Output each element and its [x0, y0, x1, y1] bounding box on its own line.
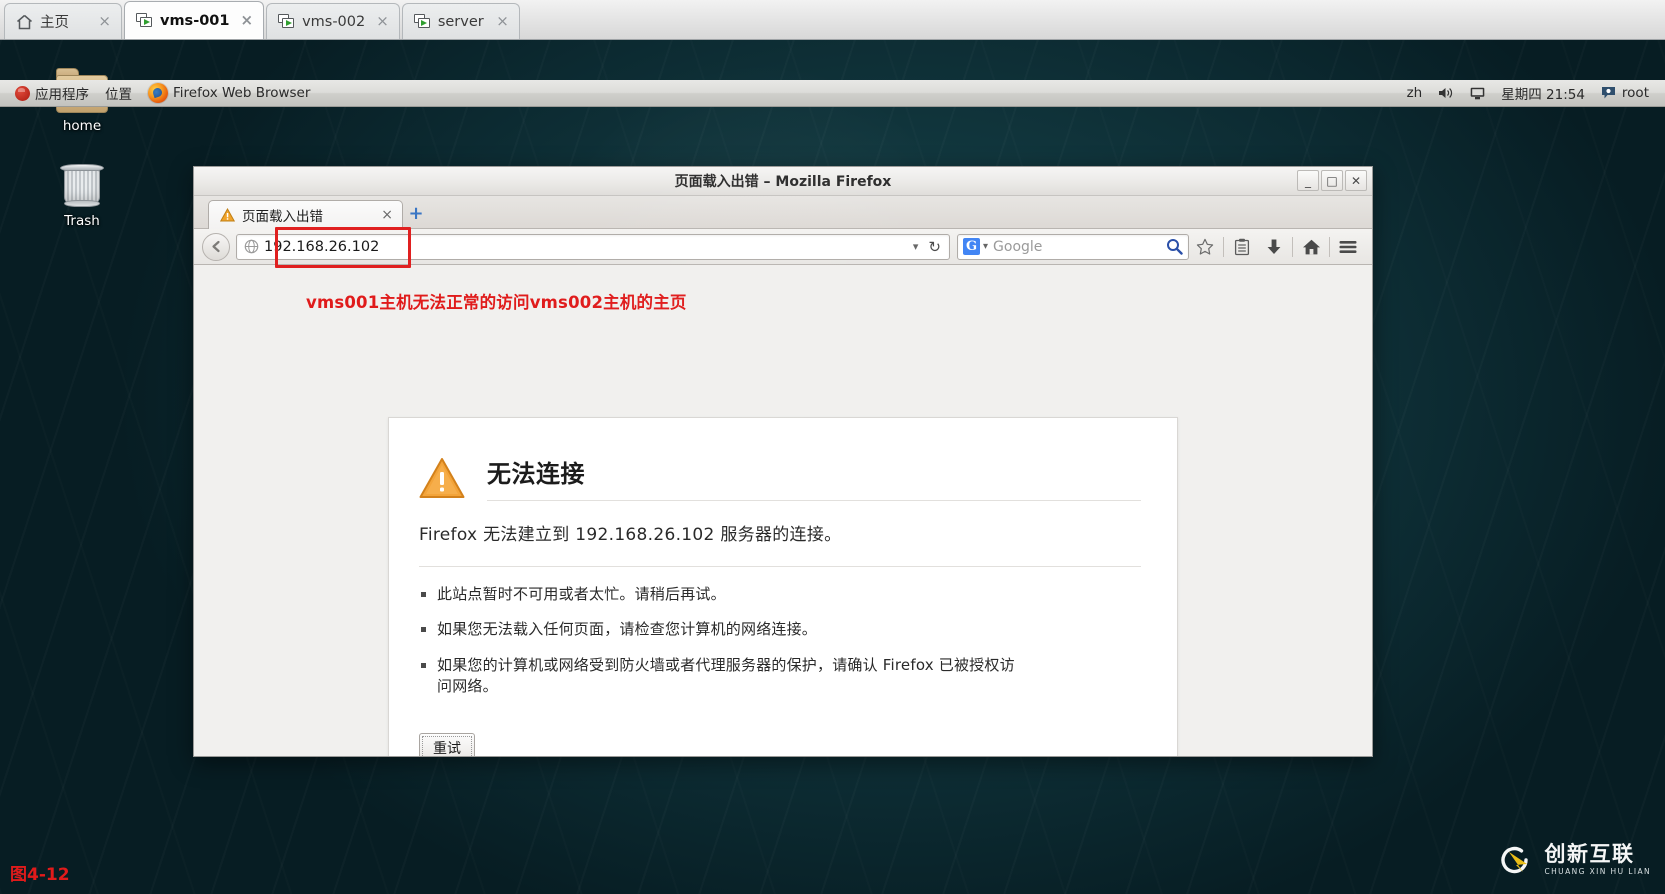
vm-console-tabstrip: 主页 × vms-001 × vms-002 × server × — [0, 0, 1665, 40]
places-menu[interactable]: 位置 — [97, 82, 140, 105]
user-status-icon — [1601, 86, 1616, 100]
minimize-button[interactable]: _ — [1297, 170, 1319, 191]
error-header: 无法连接 — [419, 452, 1141, 501]
search-bar[interactable]: G ▾ Google — [957, 233, 1189, 260]
keyboard-indicator[interactable]: zh — [1399, 82, 1431, 105]
fedora-logo-icon — [15, 85, 30, 101]
brand-name-cn: 创新互联 — [1544, 842, 1635, 867]
vm-tab-label: vms-002 — [302, 13, 366, 30]
url-dropdown-icon[interactable]: ▾ — [907, 240, 925, 253]
firefox-window-title: 页面载入出错 – Mozilla Firefox — [674, 174, 892, 190]
list-item: 如果您的计算机或网络受到防火墙或者代理服务器的保护，请确认 Firefox 已被… — [419, 655, 1019, 698]
firefox-window: 页面载入出错 – Mozilla Firefox _ □ ✕ 页面载入出错 × — [193, 166, 1373, 757]
clock-label: 星期四 21:54 — [1501, 87, 1585, 103]
volume-indicator[interactable] — [1430, 82, 1462, 105]
vm-tab-label: server — [437, 13, 484, 30]
toolbar-separator — [1223, 236, 1224, 257]
applications-menu[interactable]: 应用程序 — [7, 82, 97, 105]
firefox-navbar: 192.168.26.102 ▾ ↻ G ▾ Google — [194, 226, 1372, 268]
vm-screen-icon — [278, 14, 295, 29]
speaker-icon — [1438, 86, 1454, 100]
desktop-icon-label: home — [62, 118, 102, 134]
window-list-label: Firefox Web Browser — [173, 85, 311, 101]
maximize-button[interactable]: □ — [1321, 170, 1343, 191]
google-search-icon[interactable]: G — [963, 238, 980, 255]
network-indicator[interactable] — [1462, 82, 1493, 105]
vm-tab-close-button[interactable]: × — [492, 14, 513, 29]
list-item: 此站点暂时不可用或者太忙。请稍后再试。 — [419, 584, 1019, 605]
firefox-page-content: vms001主机无法正常的访问vms002主机的主页 无法连接 Firefox … — [194, 265, 1372, 756]
reading-list-button[interactable] — [1226, 233, 1258, 261]
reload-button[interactable]: ↻ — [924, 238, 945, 256]
globe-icon — [244, 239, 259, 254]
retry-button[interactable]: 重试 — [419, 733, 475, 756]
vm-tab-close-button[interactable]: × — [236, 13, 257, 28]
vm-tab-server[interactable]: server × — [401, 3, 520, 39]
home-icon — [16, 14, 33, 30]
figure-caption: 图4-12 — [10, 865, 70, 885]
search-engine-dropdown-icon[interactable]: ▾ — [980, 241, 993, 252]
divider — [419, 566, 1141, 567]
vm-tab-close-button[interactable]: × — [94, 14, 115, 29]
brand-text: 创新互联 CHUANG XIN HU LIAN — [1545, 844, 1652, 876]
menu-button[interactable] — [1332, 233, 1364, 261]
error-heading-block: 无法连接 — [487, 452, 1141, 501]
window-list-firefox[interactable]: Firefox Web Browser — [140, 82, 318, 105]
url-bar[interactable]: 192.168.26.102 ▾ ↻ — [236, 226, 950, 268]
desktop-wallpaper: 应用程序 位置 Firefox Web Browser zh 星期四 21:54… — [0, 40, 1665, 894]
annotation-text: vms001主机无法正常的访问vms002主机的主页 — [306, 293, 687, 312]
search-input[interactable]: Google — [993, 239, 1166, 255]
vm-tab-vms-002[interactable]: vms-002 × — [266, 3, 400, 39]
vm-screen-icon — [413, 14, 431, 29]
vm-tab-label: vms-001 — [160, 12, 230, 29]
network-monitor-icon — [1470, 87, 1485, 100]
gnome-panel-right: zh 星期四 21:54 root — [1399, 82, 1665, 105]
vm-tab-vms-001[interactable]: vms-001 × — [124, 1, 265, 39]
brand-logo-icon — [1496, 840, 1536, 880]
applications-menu-label: 应用程序 — [35, 87, 89, 103]
user-menu[interactable]: root — [1593, 82, 1657, 105]
firefox-tab-close-button[interactable]: × — [378, 207, 396, 223]
bookmark-star-button[interactable] — [1189, 233, 1221, 261]
clock[interactable]: 星期四 21:54 — [1493, 82, 1593, 105]
error-panel: 无法连接 Firefox 无法建立到 192.168.26.102 服务器的连接… — [388, 417, 1178, 756]
close-button[interactable]: ✕ — [1345, 170, 1367, 191]
vm-tab-label: 主页 — [40, 15, 69, 31]
toolbar-separator — [1292, 236, 1293, 257]
vm-tab-home[interactable]: 主页 × — [4, 3, 122, 39]
firefox-logo-icon — [148, 83, 168, 103]
list-item: 如果您无法载入任何页面，请检查您计算机的网络连接。 — [419, 619, 1019, 640]
back-button[interactable] — [202, 232, 230, 261]
warning-icon — [419, 457, 465, 499]
trash-icon — [60, 162, 104, 208]
divider — [487, 500, 1141, 501]
firefox-tab-error-page[interactable]: 页面载入出错 × — [208, 200, 403, 229]
window-controls: _ □ ✕ — [1297, 170, 1367, 191]
watermark: 创新互联 CHUANG XIN HU LIAN — [1496, 840, 1652, 880]
firefox-tab-label: 页面载入出错 — [242, 209, 323, 225]
user-menu-label: root — [1621, 85, 1649, 101]
firefox-tabbar: 页面载入出错 × + — [194, 196, 1372, 229]
error-description: Firefox 无法建立到 192.168.26.102 服务器的连接。 — [419, 525, 842, 545]
keyboard-layout-label: zh — [1406, 85, 1423, 101]
warning-icon — [219, 207, 236, 222]
downloads-button[interactable] — [1258, 233, 1290, 261]
gnome-panel: 应用程序 位置 Firefox Web Browser zh 星期四 21:54… — [0, 80, 1665, 107]
places-menu-label: 位置 — [105, 87, 132, 103]
brand-name-en: CHUANG XIN HU LIAN — [1544, 867, 1651, 877]
error-suggestion-list: 此站点暂时不可用或者太忙。请稍后再试。 如果您无法载入任何页面，请检查您计算机的… — [419, 584, 1141, 697]
desktop-icon-label: Trash — [64, 213, 100, 229]
new-tab-button[interactable]: + — [403, 200, 429, 228]
toolbar-separator — [1329, 236, 1330, 257]
search-magnifier-icon[interactable] — [1166, 238, 1183, 255]
home-button[interactable] — [1295, 233, 1327, 261]
desktop-icon-trash[interactable]: Trash — [30, 162, 134, 229]
gnome-panel-left: 应用程序 位置 Firefox Web Browser — [0, 82, 318, 105]
vm-screen-icon — [136, 13, 153, 28]
firefox-titlebar[interactable]: 页面载入出错 – Mozilla Firefox _ □ ✕ — [194, 167, 1372, 196]
error-title: 无法连接 — [487, 460, 585, 488]
vm-tab-close-button[interactable]: × — [372, 14, 393, 29]
url-text: 192.168.26.102 — [264, 238, 380, 255]
